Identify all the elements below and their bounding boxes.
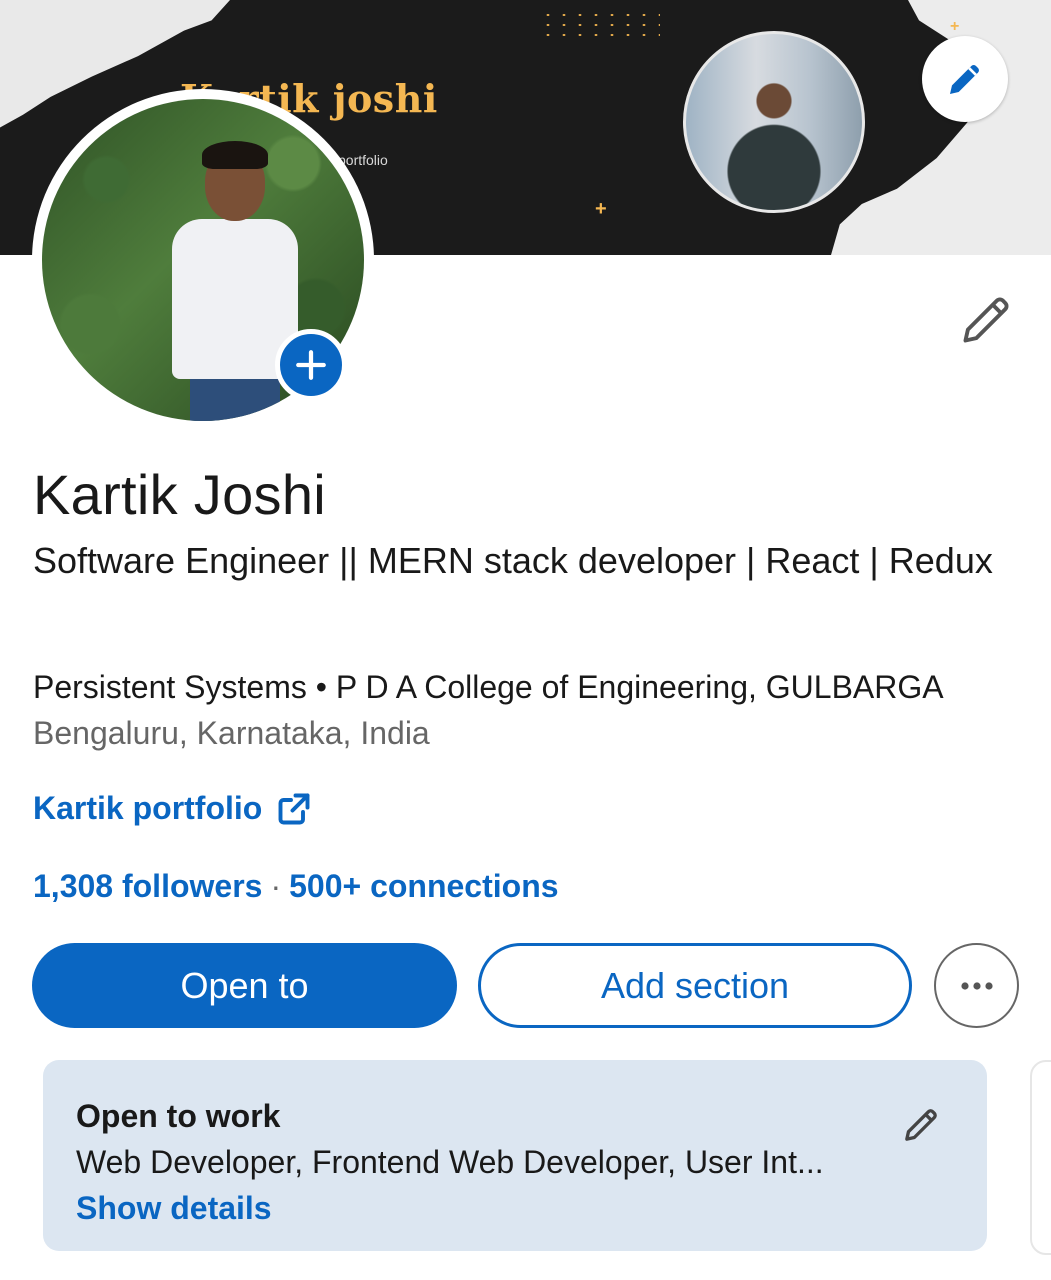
plus-icon bbox=[296, 350, 326, 380]
edit-open-to-work-button[interactable] bbox=[898, 1102, 944, 1148]
next-card-peek[interactable] bbox=[1030, 1060, 1051, 1255]
profile-stats: 1,308 followers · 500+ connections bbox=[33, 868, 559, 905]
profile-org-line: Persistent Systems • P D A College of En… bbox=[33, 667, 944, 707]
add-photo-button[interactable] bbox=[275, 329, 347, 401]
org-separator: • bbox=[315, 669, 327, 705]
open-to-work-roles: Web Developer, Frontend Web Developer, U… bbox=[76, 1144, 824, 1180]
followers-link[interactable]: 1,308 followers bbox=[33, 868, 262, 904]
pencil-icon bbox=[905, 1109, 937, 1141]
pencil-icon bbox=[950, 65, 979, 94]
show-details-link[interactable]: Show details bbox=[76, 1190, 272, 1227]
website-link-label: Kartik portfolio bbox=[33, 790, 263, 826]
open-to-button[interactable]: Open to bbox=[32, 943, 457, 1028]
profile-location: Bengaluru, Karnataka, India bbox=[33, 715, 430, 751]
pencil-icon bbox=[963, 297, 1009, 343]
edit-intro-button[interactable] bbox=[952, 286, 1020, 354]
banner-photo bbox=[683, 31, 865, 213]
banner-dots-decoration bbox=[540, 10, 660, 36]
website-link[interactable]: Kartik portfolio bbox=[33, 790, 312, 827]
avatar-figure bbox=[202, 141, 268, 169]
banner-plus-decoration: + bbox=[950, 18, 960, 35]
edit-cover-button[interactable] bbox=[922, 36, 1008, 122]
more-horizontal-icon bbox=[960, 981, 993, 990]
more-button[interactable] bbox=[934, 943, 1019, 1028]
stats-separator: · bbox=[270, 868, 282, 904]
education[interactable]: P D A College of Engineering, GULBARGA bbox=[336, 669, 944, 705]
open-to-work-card[interactable]: Open to work Web Developer, Frontend Web… bbox=[43, 1060, 987, 1251]
profile-name: Kartik Joshi bbox=[33, 463, 327, 526]
current-company[interactable]: Persistent Systems bbox=[33, 669, 307, 705]
open-to-work-title: Open to work bbox=[76, 1098, 281, 1134]
connections-link[interactable]: 500+ connections bbox=[289, 868, 558, 904]
external-link-icon bbox=[278, 793, 310, 824]
banner-plus-decoration: + bbox=[595, 198, 607, 220]
profile-headline: Software Engineer || MERN stack develope… bbox=[33, 540, 993, 581]
add-section-button[interactable]: Add section bbox=[478, 943, 912, 1028]
